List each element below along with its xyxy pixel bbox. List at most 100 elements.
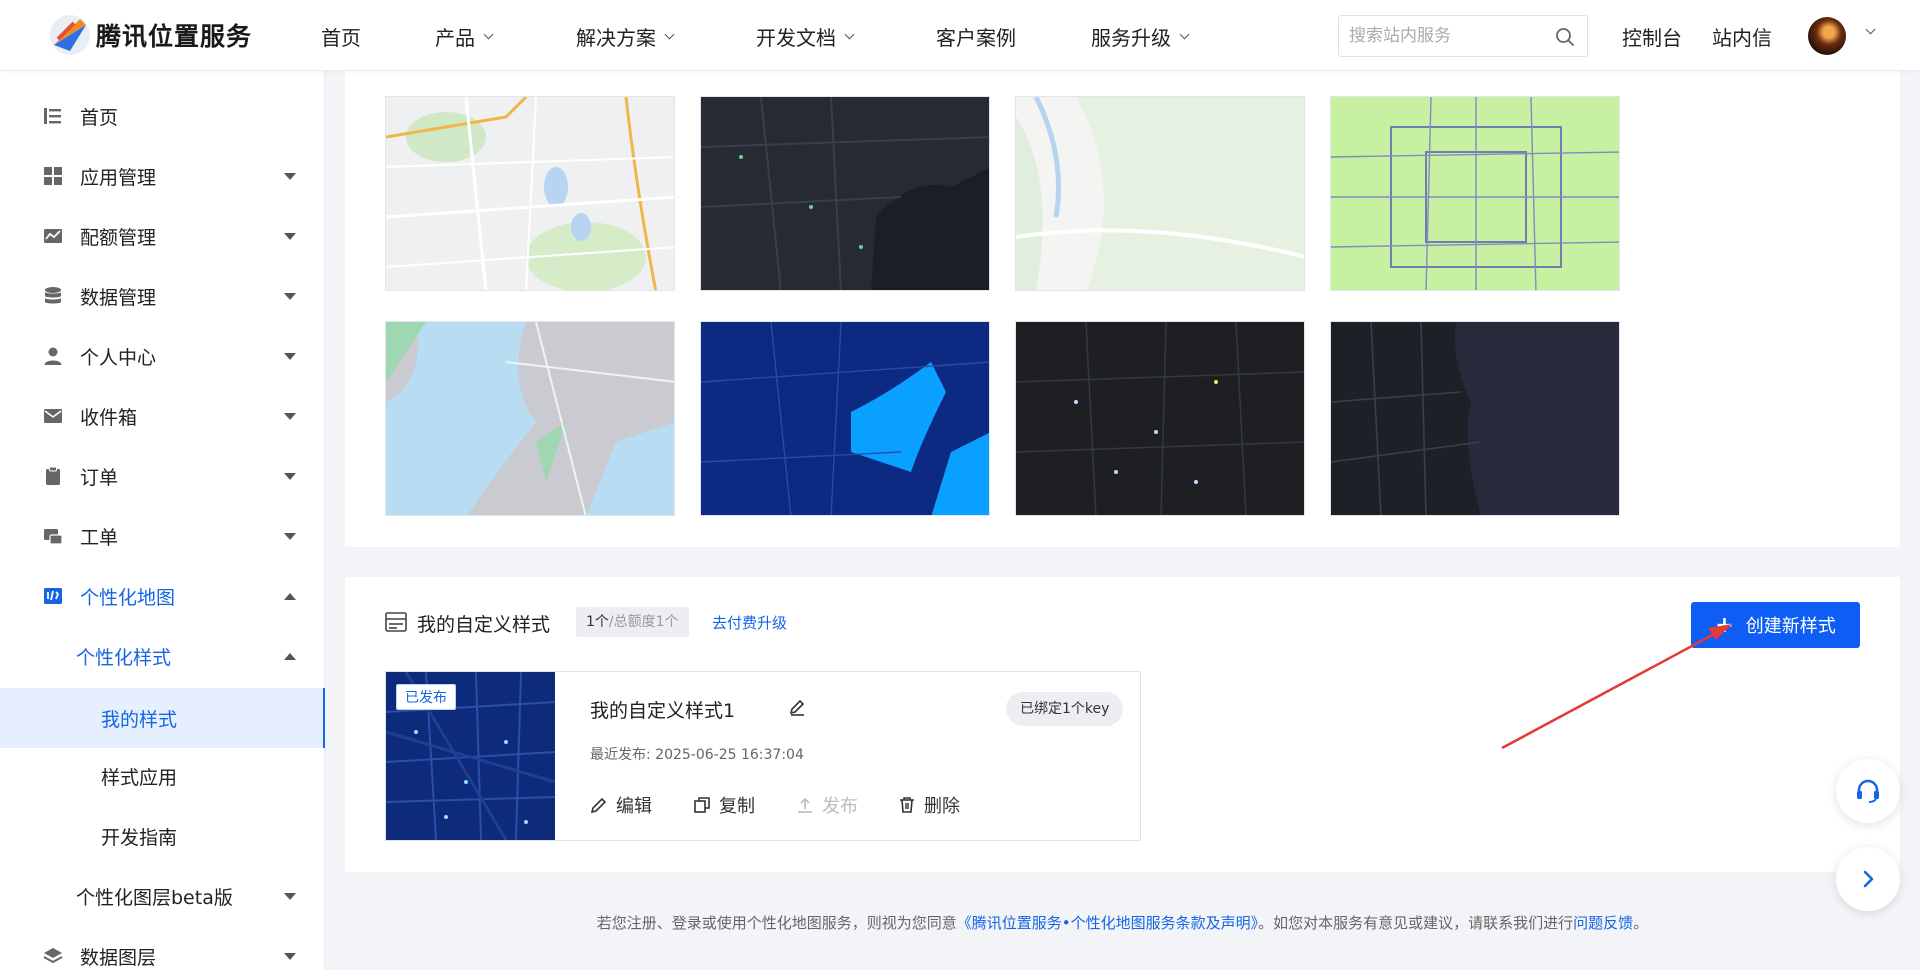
map-template-thumbnail[interactable] <box>700 96 990 291</box>
style-thumbnail[interactable]: 已发布 <box>386 672 555 840</box>
nav-upgrade-label: 服务升级 <box>1091 26 1171 50</box>
copy-button[interactable]: 复制 <box>693 792 755 818</box>
sidebar-item-label: 订单 <box>80 466 119 489</box>
style-card[interactable]: 已发布 我的自定义样式1 已绑定1个key 最近发布: 2025-06-25 1… <box>385 671 1141 841</box>
customer-service-button[interactable] <box>1836 759 1900 823</box>
layers-icon <box>43 948 63 964</box>
sidebar-item-custom-style[interactable]: 个性化样式 <box>0 628 325 684</box>
chevron-down-icon[interactable] <box>1865 24 1876 35</box>
feedback-link[interactable]: 问题反馈 <box>1573 914 1633 932</box>
sidebar-item-style-apply[interactable]: 样式应用 <box>0 748 325 804</box>
sidebar-item-orders[interactable]: 订单 <box>0 448 325 504</box>
caret-down-icon <box>284 472 296 480</box>
footer-suffix: 。 <box>1633 914 1649 932</box>
edit-label: 编辑 <box>616 796 652 817</box>
map-template-thumbnail[interactable] <box>1330 96 1620 291</box>
list-icon <box>44 108 61 124</box>
logo-icon <box>50 15 90 55</box>
inbox-link[interactable]: 站内信 <box>1712 22 1772 51</box>
caret-down-icon <box>284 532 296 540</box>
sidebar-item-data[interactable]: 数据管理 <box>0 268 325 324</box>
sidebar-item-data-layers[interactable]: 数据图层 <box>0 928 325 970</box>
map-template-thumbnail[interactable] <box>700 321 990 516</box>
expand-button[interactable] <box>1836 847 1900 911</box>
sidebar-item-label: 收件箱 <box>80 406 138 429</box>
nav-solutions-label: 解决方案 <box>576 26 656 50</box>
sidebar-item-tickets[interactable]: 工单 <box>0 508 325 564</box>
sidebar-item-label: 首页 <box>80 106 119 129</box>
plus-icon: + <box>1715 612 1734 638</box>
caret-down-icon <box>284 172 296 180</box>
terms-link[interactable]: 《腾讯位置服务•个性化地图服务条款及声明》 <box>957 914 1258 932</box>
delete-button[interactable]: 删除 <box>898 792 960 818</box>
nav-products-label: 产品 <box>435 26 475 50</box>
quota-badge: 1个/总额度1个 <box>576 607 689 637</box>
nav-docs[interactable]: 开发文档 <box>756 22 855 51</box>
map-style-icon <box>44 588 62 604</box>
ticket-icon <box>44 529 63 545</box>
sidebar-item-quota[interactable]: 配额管理 <box>0 208 325 264</box>
edit-button[interactable]: 编辑 <box>590 792 652 818</box>
sidebar-item-apps[interactable]: 应用管理 <box>0 148 325 204</box>
chart-icon <box>44 229 62 243</box>
sidebar-item-profile[interactable]: 个人中心 <box>0 328 325 384</box>
chevron-down-icon <box>844 29 855 40</box>
publish-time: 最近发布: 2025-06-25 16:37:04 <box>590 747 804 763</box>
copy-icon <box>694 797 710 813</box>
nav-home[interactable]: 首页 <box>321 22 361 51</box>
nav-cases[interactable]: 客户案例 <box>936 22 1016 51</box>
clipboard-icon <box>46 466 60 485</box>
sidebar-item-custom-map[interactable]: 个性化地图 <box>0 568 325 624</box>
footer-middle: 。如您对本服务有意见或建议，请联系我们进行 <box>1258 914 1574 932</box>
caret-down-icon <box>284 292 296 300</box>
footer-prefix: 若您注册、登录或使用个性化地图服务，则视为您同意 <box>596 914 957 932</box>
logo-text: 腾讯位置服务 <box>96 22 253 51</box>
chevron-right-icon <box>1863 870 1874 888</box>
map-template-thumbnail[interactable] <box>385 321 675 516</box>
pencil-icon[interactable] <box>788 698 806 716</box>
console-link[interactable]: 控制台 <box>1622 22 1682 51</box>
search-box <box>1338 15 1588 57</box>
nav-upgrade[interactable]: 服务升级 <box>1091 22 1190 51</box>
sidebar-item-label: 个性化地图 <box>80 586 176 609</box>
nav-cases-label: 客户案例 <box>936 26 1016 50</box>
style-name: 我的自定义样式1 <box>590 700 736 722</box>
sidebar-item-my-styles[interactable]: 我的样式 <box>0 688 325 748</box>
upgrade-link[interactable]: 去付费升级 <box>712 612 787 633</box>
caret-down-icon <box>284 892 296 900</box>
nav-docs-label: 开发文档 <box>756 26 836 50</box>
footer-notice: 若您注册、登录或使用个性化地图服务，则视为您同意《腾讯位置服务•个性化地图服务条… <box>345 912 1900 933</box>
style-list-icon <box>385 612 407 632</box>
my-styles-panel: 我的自定义样式 1个/总额度1个 去付费升级 + 创建新样式 已发布 我的自定义… <box>345 577 1900 872</box>
map-template-thumbnail[interactable] <box>1015 321 1305 516</box>
sidebar-item-custom-layer[interactable]: 个性化图层beta版 <box>0 868 325 924</box>
map-template-panel <box>345 71 1900 547</box>
create-style-button[interactable]: + 创建新样式 <box>1691 602 1860 648</box>
search-input[interactable] <box>1339 16 1539 56</box>
edit-icon <box>590 797 607 814</box>
sidebar: 首页 应用管理 配额管理 数据管理 个人中心 收件箱 订单 工单 个性化地图 个… <box>0 71 325 970</box>
grid-icon <box>44 167 62 185</box>
sidebar-item-label: 开发指南 <box>101 826 178 849</box>
sidebar-item-dev-guide[interactable]: 开发指南 <box>0 808 325 864</box>
search-icon[interactable] <box>1555 27 1575 47</box>
publish-button[interactable]: 发布 <box>796 792 858 818</box>
map-template-thumbnail[interactable] <box>1015 96 1305 291</box>
nav-solutions[interactable]: 解决方案 <box>576 22 675 51</box>
headset-icon <box>1857 779 1879 803</box>
logo[interactable]: 腾讯位置服务 <box>50 15 252 55</box>
sidebar-item-inbox[interactable]: 收件箱 <box>0 388 325 444</box>
map-template-thumbnail[interactable] <box>1330 321 1620 516</box>
avatar[interactable] <box>1808 17 1846 55</box>
sidebar-item-home[interactable]: 首页 <box>0 88 325 144</box>
delete-label: 删除 <box>924 796 960 817</box>
top-header: 腾讯位置服务 首页 产品 解决方案 开发文档 客户案例 服务升级 控制台 站内信 <box>0 0 1920 71</box>
chevron-down-icon <box>483 29 494 40</box>
upload-icon <box>798 797 812 813</box>
copy-label: 复制 <box>719 796 755 817</box>
key-binding-badge[interactable]: 已绑定1个key <box>1006 692 1124 726</box>
nav-products[interactable]: 产品 <box>435 22 494 51</box>
sidebar-item-label: 个人中心 <box>80 346 157 369</box>
map-template-thumbnail[interactable] <box>385 96 675 291</box>
sidebar-item-label: 我的样式 <box>101 708 178 731</box>
